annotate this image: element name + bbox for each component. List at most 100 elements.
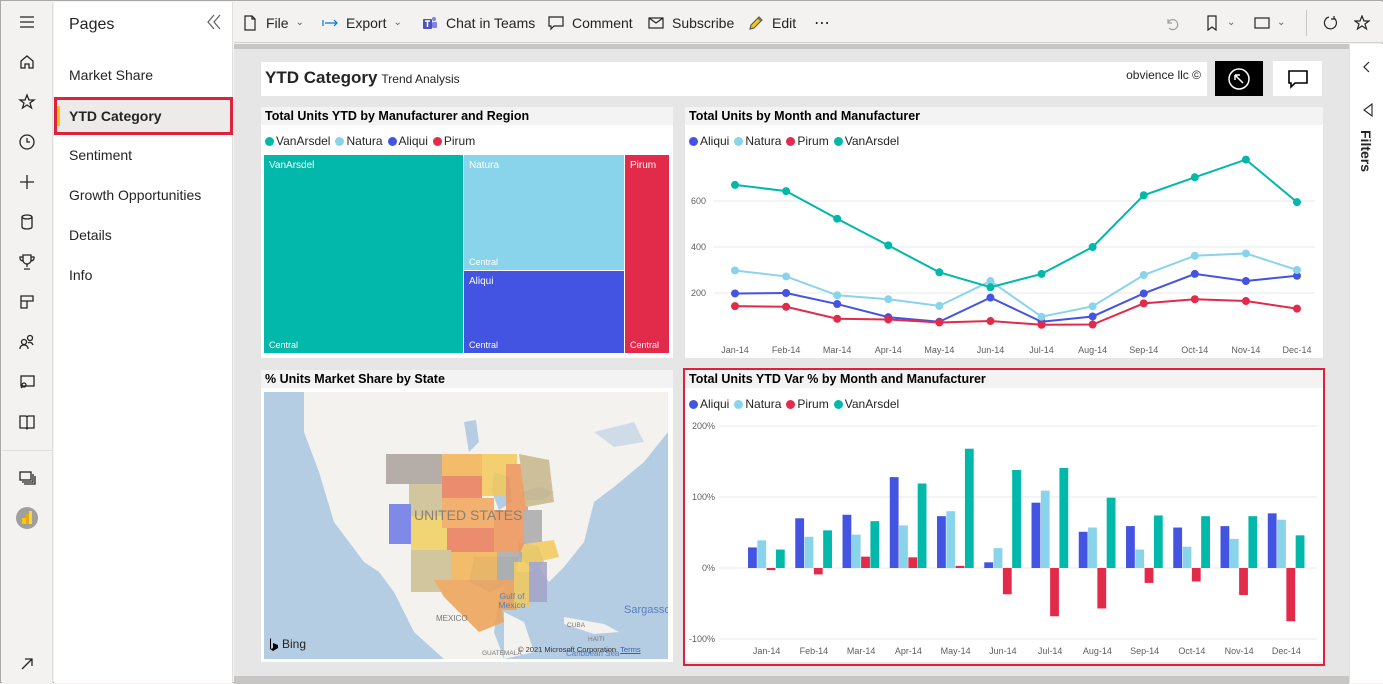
goals-icon[interactable] <box>15 250 39 274</box>
comment-button[interactable]: Comment <box>548 2 633 43</box>
bookmark-button[interactable]: ⌄ <box>1204 2 1235 43</box>
expand-icon[interactable] <box>15 652 39 676</box>
learn-icon[interactable] <box>15 370 39 394</box>
comment-visual-button[interactable] <box>1273 61 1322 96</box>
data-point-natura <box>782 272 791 281</box>
line-chart-visual[interactable]: Total Units by Month and Manufacturer Al… <box>685 107 1323 358</box>
treemap-cell-pirum[interactable]: Pirum Central <box>625 155 669 353</box>
favorites-icon[interactable] <box>15 90 39 114</box>
menu-icon[interactable] <box>15 10 39 34</box>
bar-pirum <box>1286 568 1296 622</box>
bar-pirum <box>1050 568 1059 617</box>
treemap-cell-vanarsdel[interactable]: VanArsdel Central <box>264 155 463 353</box>
chevron-down-icon: ⌄ <box>1277 17 1286 28</box>
apps-icon[interactable] <box>15 290 39 314</box>
page-item-sentiment[interactable]: Sentiment <box>54 136 233 174</box>
edit-button[interactable]: Edit <box>748 2 796 43</box>
x-tick-label: Jan-14 <box>721 345 749 355</box>
subscribe-button[interactable]: Subscribe <box>648 2 734 43</box>
legend-item-pirum[interactable]: Pirum <box>432 134 475 148</box>
map-visual[interactable]: % Units Market Share by State UNITED STA… <box>261 370 673 662</box>
cell-label: Pirum <box>630 160 657 171</box>
bar-vanarsdel <box>823 530 832 568</box>
teams-icon <box>423 16 437 29</box>
x-tick-label: Mar-14 <box>823 345 852 355</box>
terms-link[interactable]: Terms <box>620 645 640 654</box>
create-icon[interactable] <box>15 170 39 194</box>
recent-icon[interactable] <box>15 130 39 154</box>
page-label: Info <box>69 267 93 283</box>
page-item-ytd-category[interactable]: YTD Category <box>54 97 233 135</box>
map-attribution: © 2021 Microsoft Corporation Terms <box>518 645 641 654</box>
undo-button[interactable] <box>1164 2 1180 43</box>
treemap-visual[interactable]: Total Units YTD by Manufacturer and Regi… <box>261 107 673 358</box>
refresh-button[interactable] <box>1322 2 1338 43</box>
data-point-natura <box>731 266 739 275</box>
map-canvas[interactable]: UNITED STATES Gulf of Mexico MEXICO CUBA… <box>264 392 668 659</box>
filters-label[interactable]: Filters <box>1358 130 1374 172</box>
data-point-pirum <box>884 315 893 324</box>
edit-label: Edit <box>772 14 797 31</box>
bar-natura <box>1229 538 1239 568</box>
app-window: Pages Market Share YTD Category Sentimen… <box>0 0 1383 684</box>
series-line-natura <box>734 252 1298 318</box>
cell-label: Natura <box>469 160 500 171</box>
bar-chart-visual[interactable]: Total Units YTD Var % by Month and Manuf… <box>685 370 1323 662</box>
page-item-market-share[interactable]: Market Share <box>54 56 233 94</box>
export-menu-button[interactable]: Export ⌄ <box>322 2 402 43</box>
bar-vanarsdel <box>1295 535 1305 568</box>
bar-vanarsdel <box>1248 516 1258 568</box>
treemap-legend: VanArsdel Natura Aliqui Pirum <box>265 134 475 148</box>
shared-with-me-icon[interactable] <box>15 330 39 354</box>
data-point-pirum <box>1241 297 1250 306</box>
y-tick-label: 600 <box>691 196 706 206</box>
view-button[interactable]: ⌄ <box>1254 2 1285 43</box>
pencil-icon <box>749 15 763 30</box>
data-point-vanarsdel <box>1037 269 1046 278</box>
bookmark-icon <box>1207 14 1217 31</box>
datasets-icon[interactable] <box>15 210 39 234</box>
legend-item-aliqui[interactable]: Aliqui <box>387 134 428 148</box>
favorite-button[interactable] <box>1354 2 1370 43</box>
legend-item-natura[interactable]: Natura <box>335 134 383 148</box>
page-item-growth-opportunities[interactable]: Growth Opportunities <box>54 176 233 214</box>
bing-logo: Bing <box>269 637 306 651</box>
data-point-vanarsdel <box>1293 198 1301 207</box>
bar-natura <box>1088 527 1097 568</box>
x-tick-label: Nov-14 <box>1231 345 1260 355</box>
legend-item-vanarsdel[interactable]: VanArsdel <box>265 134 330 148</box>
bing-label: Bing <box>282 637 307 651</box>
data-point-pirum <box>1088 320 1097 329</box>
chat-in-teams-button[interactable]: Chat in Teams <box>422 2 535 43</box>
page-label: Market Share <box>69 67 154 83</box>
bar-natura <box>1277 519 1286 568</box>
x-tick-label: Feb-14 <box>800 646 829 656</box>
bar-natura <box>757 540 767 568</box>
file-menu-button[interactable]: File ⌄ <box>242 2 304 43</box>
data-point-pirum <box>986 317 995 326</box>
home-icon[interactable] <box>15 50 39 74</box>
filters-pane[interactable]: Filters <box>1349 44 1383 683</box>
back-button[interactable] <box>1215 61 1263 96</box>
workspaces-book-icon[interactable] <box>15 410 39 434</box>
page-item-info[interactable]: Info <box>54 256 233 294</box>
chevron-down-icon: ⌄ <box>1227 17 1236 28</box>
data-point-natura <box>1293 266 1301 274</box>
bar-pirum <box>1002 568 1012 595</box>
chevron-left-icon[interactable] <box>1361 60 1373 74</box>
bar-aliqui <box>1078 531 1088 568</box>
bar-vanarsdel <box>870 521 880 568</box>
workspace-avatar[interactable] <box>15 506 39 530</box>
workspaces-icon[interactable] <box>15 466 39 490</box>
data-point-aliqui <box>833 300 842 309</box>
page-item-details[interactable]: Details <box>54 216 233 254</box>
comment-icon <box>548 15 564 30</box>
more-options-button[interactable]: ⋯ <box>814 2 830 43</box>
treemap-cell-aliqui[interactable]: Aliqui Central <box>464 271 624 353</box>
page-label: Growth Opportunities <box>69 187 202 203</box>
collapse-pages-icon[interactable] <box>204 12 224 32</box>
mail-icon <box>648 16 664 29</box>
treemap-cell-natura[interactable]: Natura Central <box>464 155 624 270</box>
page-label: Details <box>69 227 112 243</box>
series-line-vanarsdel <box>734 158 1298 289</box>
